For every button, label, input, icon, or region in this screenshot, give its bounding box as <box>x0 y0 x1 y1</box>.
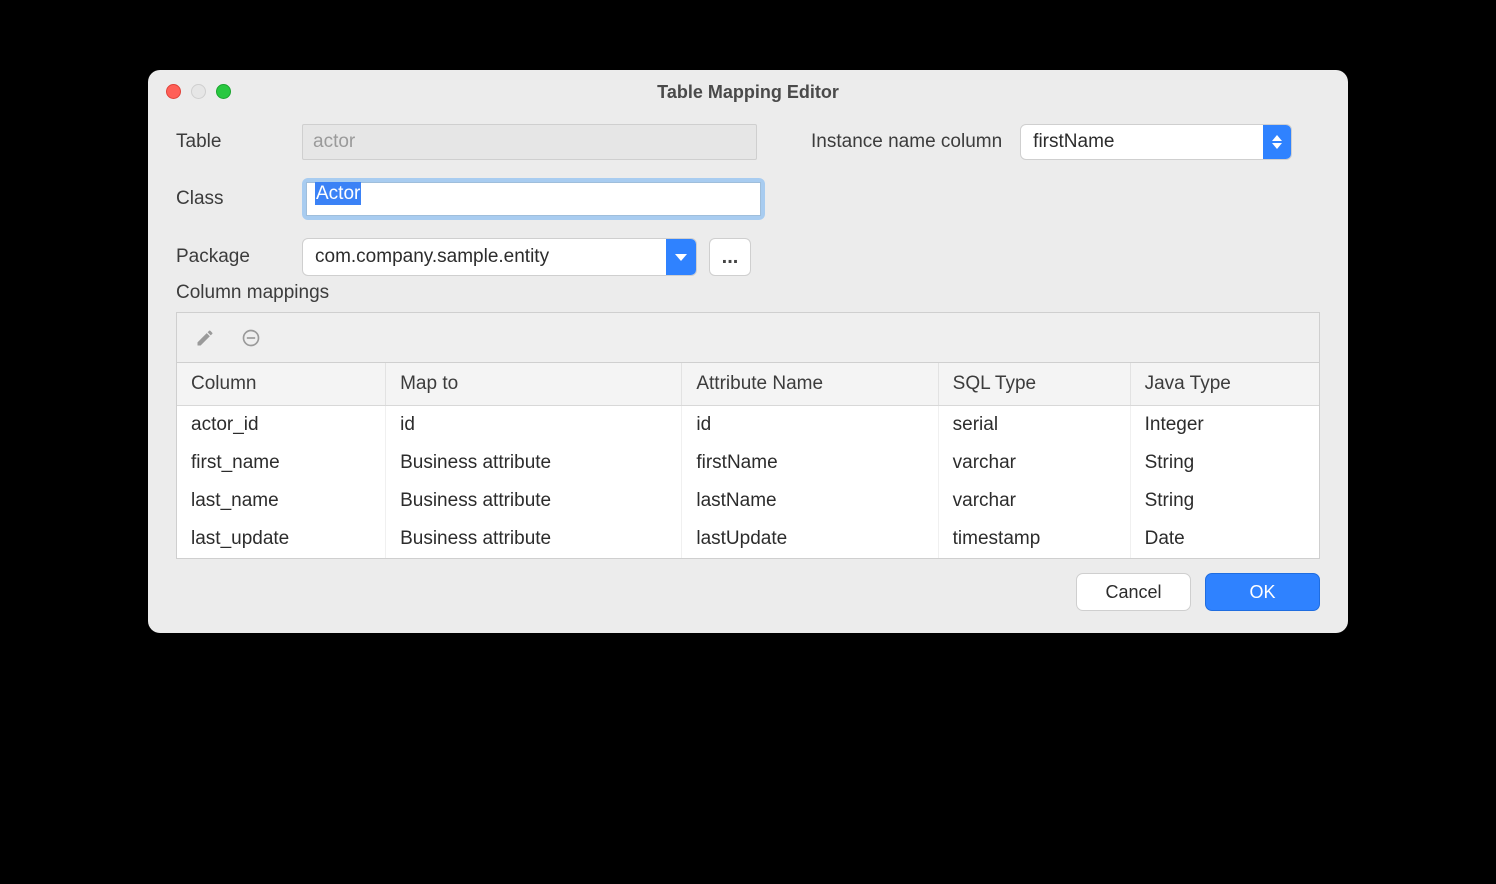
table-header-row: Column Map to Attribute Name SQL Type Ja… <box>177 363 1319 406</box>
instance-field: Instance name column firstName <box>811 124 1292 160</box>
table-input <box>302 124 757 160</box>
maximize-icon[interactable] <box>216 84 231 99</box>
table-row[interactable]: actor_id id id serial Integer <box>177 406 1319 445</box>
col-header-sql[interactable]: SQL Type <box>938 363 1130 406</box>
content: Table Class Actor Package com.company.sa… <box>148 114 1348 633</box>
package-combo[interactable]: com.company.sample.entity <box>302 238 697 276</box>
class-label: Class <box>176 188 286 210</box>
window-title: Table Mapping Editor <box>657 82 839 103</box>
form-left: Table Class Actor Package com.company.sa… <box>176 124 781 276</box>
close-icon[interactable] <box>166 84 181 99</box>
ok-button[interactable]: OK <box>1205 573 1320 611</box>
table-row[interactable]: last_name Business attribute lastName va… <box>177 482 1319 520</box>
edit-icon[interactable] <box>193 326 217 350</box>
form-top: Table Class Actor Package com.company.sa… <box>176 124 1320 276</box>
col-header-attr[interactable]: Attribute Name <box>682 363 938 406</box>
class-input[interactable]: Actor <box>306 182 761 216</box>
cancel-button[interactable]: Cancel <box>1076 573 1191 611</box>
dialog-window: Table Mapping Editor Table Class Actor P… <box>148 70 1348 633</box>
footer: Cancel OK <box>176 573 1320 611</box>
minimize-icon <box>191 84 206 99</box>
table-row[interactable]: last_update Business attribute lastUpdat… <box>177 520 1319 558</box>
instance-value: firstName <box>1021 125 1263 159</box>
table-row[interactable]: first_name Business attribute firstName … <box>177 444 1319 482</box>
titlebar: Table Mapping Editor <box>148 70 1348 114</box>
chevron-down-icon <box>1272 143 1282 149</box>
remove-icon[interactable] <box>239 326 263 350</box>
mappings-panel: Column Map to Attribute Name SQL Type Ja… <box>176 312 1320 559</box>
class-input-wrap: Actor <box>302 178 765 220</box>
table-label: Table <box>176 131 286 153</box>
browse-button[interactable]: ... <box>709 238 751 276</box>
instance-label: Instance name column <box>811 131 1002 153</box>
package-value: com.company.sample.entity <box>303 239 666 275</box>
mappings-toolbar <box>177 313 1319 363</box>
instance-stepper-button[interactable] <box>1263 125 1291 159</box>
mappings-table: Column Map to Attribute Name SQL Type Ja… <box>177 363 1319 558</box>
class-input-selection: Actor <box>315 182 361 205</box>
col-header-java[interactable]: Java Type <box>1130 363 1319 406</box>
column-mappings-label: Column mappings <box>176 282 1320 304</box>
col-header-mapto[interactable]: Map to <box>386 363 682 406</box>
package-label: Package <box>176 246 286 268</box>
package-dropdown-button[interactable] <box>666 239 696 275</box>
col-header-column[interactable]: Column <box>177 363 386 406</box>
instance-select[interactable]: firstName <box>1020 124 1292 160</box>
window-controls <box>166 84 231 99</box>
chevron-up-icon <box>1272 135 1282 141</box>
chevron-down-icon <box>675 254 687 261</box>
